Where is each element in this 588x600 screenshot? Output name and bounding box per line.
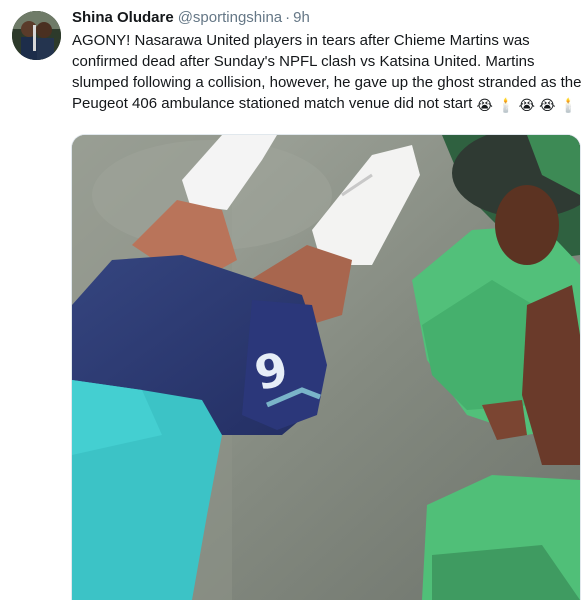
author-avatar[interactable] [12,11,61,60]
crying-emoji-icon: 😭 [539,97,556,113]
separator-dot: · [285,9,291,26]
tweet-body: AGONY! Nasarawa United players in tears … [72,30,582,114]
candle-emoji-icon: 🕯️ [559,97,578,113]
crying-emoji-icon: 😭 [476,97,493,113]
emoji-row: 😭 🕯️ 😭 😭 🕯️ [476,95,578,113]
video-still-image: 9 [72,135,580,600]
author-handle[interactable]: @sportingshina [178,9,282,26]
tweet-media[interactable]: 9 [71,134,581,600]
avatar-photo [12,11,61,60]
tweet-header: Shina Oludare @sportingshina · 9h [72,9,310,31]
tweet-timestamp[interactable]: 9h [293,9,310,26]
candle-emoji-icon: 🕯️ [496,97,515,113]
crying-emoji-icon: 😭 [518,97,535,113]
author-name[interactable]: Shina Oludare [72,9,174,26]
